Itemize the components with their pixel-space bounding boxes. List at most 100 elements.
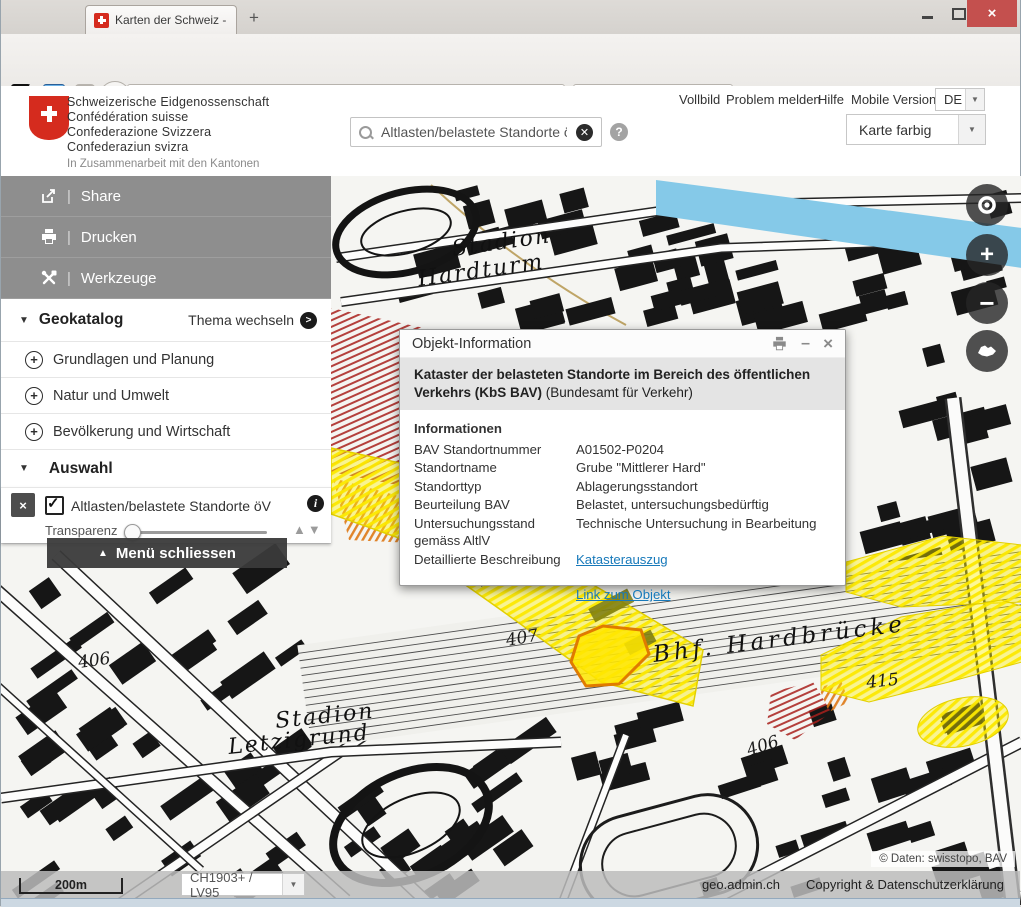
category-grundlagen[interactable]: + Grundlagen und Planung (1, 341, 331, 377)
map-style-chevron-icon: ▼ (958, 115, 985, 144)
sidebar-item-share[interactable]: | Share (1, 176, 331, 217)
geolocate-button[interactable] (966, 184, 1008, 226)
projection-chevron-icon: ▼ (282, 874, 304, 895)
geocatalog-caret-icon: ▼ (19, 315, 29, 326)
language-select[interactable]: DE ▼ (935, 88, 985, 111)
popup-minimize-icon[interactable]: – (801, 335, 810, 353)
map-elevation-415: 415 (864, 670, 899, 693)
layer-remove-button[interactable]: × (11, 493, 35, 517)
zoom-out-button[interactable]: − (966, 282, 1008, 324)
switch-theme-button[interactable]: Thema wechseln > (188, 312, 317, 329)
layer-title-source: (Bundesamt für Verkehr) (542, 385, 693, 400)
switzerland-shape-icon (975, 342, 999, 360)
popup-header[interactable]: Objekt-Information – × (400, 330, 845, 358)
popup-print-icon[interactable] (771, 336, 788, 352)
browser-navbar: ← map.geo.admin.ch/?X=249138.11&Y=680698… (1, 34, 1020, 87)
map-attribution[interactable]: © Daten: swisstopo, BAV (871, 851, 1015, 867)
sidebar-item-print[interactable]: | Drucken (1, 217, 331, 258)
geoadmin-header: Schweizerische Eidgenossenschaft Confédé… (1, 86, 1020, 176)
info-row: StandortnameGrube "Mittlerer Hard" (414, 459, 831, 477)
org-line-fr: Confédération suisse (67, 110, 188, 124)
sidebar-item-tools[interactable]: | Werkzeuge (1, 258, 331, 299)
kataster-link[interactable]: Katasterauszug (576, 552, 668, 567)
expand-plus-icon: + (25, 387, 43, 405)
transparency-slider[interactable] (127, 531, 267, 534)
layer-reorder-icons[interactable]: ▲▼ (293, 522, 323, 537)
footer-link-site[interactable]: geo.admin.ch (702, 877, 780, 892)
category-natur[interactable]: + Natur und Umwelt (1, 377, 331, 413)
projection-select[interactable]: CH1903+ / LV95 ▼ (181, 873, 305, 896)
window-minimize-button[interactable] (913, 0, 941, 27)
popup-close-icon[interactable]: × (823, 334, 833, 354)
swiss-flag-favicon (94, 13, 109, 28)
minus-icon: − (979, 288, 994, 319)
geocatalog-header[interactable]: ▼ Geokatalog Thema wechseln > (1, 299, 331, 341)
geolocate-icon (975, 193, 999, 217)
link-vollbild[interactable]: Vollbild (679, 92, 720, 107)
switch-theme-label: Thema wechseln (188, 312, 294, 328)
org-line-de: Schweizerische Eidgenossenschaft (67, 95, 269, 109)
scale-label: 200m (55, 878, 87, 892)
window-titlebar: Karten der Schweiz - Schweize... + × (1, 0, 1020, 34)
selection-caret-icon: ▼ (19, 463, 29, 474)
link-problem-melden[interactable]: Problem melden (726, 92, 821, 107)
search-help-icon[interactable]: ? (610, 123, 628, 141)
popup-title: Objekt-Information (412, 336, 531, 352)
expand-plus-icon: + (25, 423, 43, 441)
plus-icon: + (980, 241, 994, 269)
object-info-popup: Objekt-Information – × Kataster der bela… (399, 329, 846, 586)
swiss-coat-of-arms (29, 96, 69, 140)
browser-tab[interactable]: Karten der Schweiz - Schweize... (85, 5, 237, 34)
link-hilfe[interactable]: Hilfe (818, 92, 844, 107)
transparency-label: Transparenz (45, 523, 118, 538)
object-link[interactable]: Link zum Objekt (576, 587, 671, 602)
popup-layer-title: Kataster der belasteten Standorte im Ber… (400, 358, 845, 410)
category-label: Natur und Umwelt (53, 388, 169, 404)
category-label: Bevölkerung und Wirtschaft (53, 424, 230, 440)
cooperation-note: In Zusammenarbeit mit den Kantonen (67, 158, 259, 170)
map-search-box[interactable]: ✕ (350, 117, 602, 147)
link-mobile-version[interactable]: Mobile Version (851, 92, 936, 107)
new-tab-button[interactable]: + (249, 8, 259, 28)
map-search-icon (359, 126, 372, 139)
org-line-it: Confederazione Svizzera (67, 125, 211, 139)
selection-header[interactable]: ▼ Auswahl (1, 449, 331, 487)
info-row: Beurteilung BAVBelastet, untersuchungsbe… (414, 496, 831, 514)
close-menu-button[interactable]: ▲ Menü schliessen (47, 538, 287, 568)
zoom-in-button[interactable]: + (966, 234, 1008, 276)
map-search-input[interactable] (379, 123, 569, 141)
language-chevron-icon: ▼ (965, 89, 984, 110)
collapse-arrow-icon: ▲ (98, 548, 108, 559)
active-layer-row: × Altlasten/belastete Standorte öV i Tra… (1, 487, 331, 543)
footer-bar: 200m CH1903+ / LV95 ▼ geo.admin.ch Copyr… (1, 871, 1020, 898)
default-extent-button[interactable] (966, 330, 1008, 372)
info-row: Untersuchungsstand gemäss AltlVTechnisch… (414, 515, 831, 550)
category-label: Grundlagen und Planung (53, 352, 214, 368)
layer-visibility-checkbox[interactable] (45, 496, 64, 515)
close-menu-label: Menü schliessen (116, 545, 236, 562)
org-line-rm: Confederaziun svizra (67, 140, 188, 154)
switch-theme-chevron-icon: > (300, 312, 317, 329)
language-value: DE (944, 92, 962, 107)
window-close-button[interactable]: × (967, 0, 1017, 27)
layer-name: Altlasten/belastete Standorte öV (71, 498, 271, 514)
search-clear-icon[interactable]: ✕ (576, 124, 593, 141)
tools-label: Werkzeuge (81, 270, 157, 287)
map-style-select[interactable]: Karte farbig ▼ (846, 114, 986, 145)
popup-body: Informationen BAV StandortnummerA01502-P… (400, 410, 845, 615)
category-bevoelkerung[interactable]: + Bevölkerung und Wirtschaft (1, 413, 331, 449)
share-icon (39, 187, 59, 205)
info-row: BAV StandortnummerA01502-P0204 (414, 441, 831, 459)
footer-link-copyright[interactable]: Copyright & Datenschutzerklärung (806, 877, 1004, 892)
layer-info-icon[interactable]: i (307, 495, 324, 512)
tools-icon (39, 269, 59, 287)
popup-section-title: Informationen (414, 420, 831, 438)
info-row: StandorttypAblagerungsstandort (414, 478, 831, 496)
geocatalog-label: Geokatalog (39, 311, 123, 329)
selection-label: Auswahl (49, 460, 113, 478)
tab-title: Karten der Schweiz - Schweize... (115, 13, 228, 27)
print-label: Drucken (81, 229, 137, 246)
info-row: Detaillierte BeschreibungKatasterauszug (414, 551, 831, 569)
projection-value: CH1903+ / LV95 (190, 870, 282, 900)
map-style-value: Karte farbig (859, 122, 931, 138)
